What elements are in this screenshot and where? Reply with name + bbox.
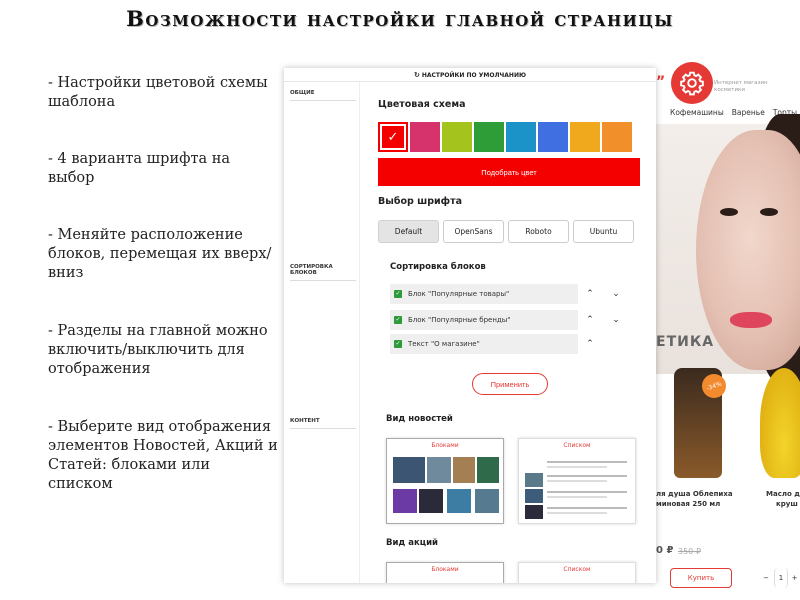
check-icon: ✓ bbox=[387, 129, 399, 145]
move-down-icon[interactable]: ⌄ bbox=[610, 314, 622, 326]
block-label: Блок "Популярные бренды" bbox=[408, 316, 511, 324]
font-option-list: Default OpenSans Roboto Ubuntu bbox=[378, 220, 634, 243]
hero-eye bbox=[760, 208, 778, 216]
store-nav-item[interactable]: Варенье bbox=[732, 108, 765, 117]
font-choice-title: Выбор шрифта bbox=[378, 196, 462, 207]
color-swatch[interactable] bbox=[474, 122, 504, 152]
product-old-price: 350 ₽ bbox=[678, 547, 701, 556]
news-thumb bbox=[475, 489, 499, 513]
promo-view-blocks-label: Блоками bbox=[431, 566, 459, 573]
store-logo: ” bbox=[656, 74, 666, 90]
settings-panel: ↻ НАСТРОЙКИ ПО УМОЛЧАНИЮ ОБЩИЕ СОРТИРОВКА… bbox=[284, 68, 656, 583]
promo-view-list-option[interactable]: Списком bbox=[518, 562, 636, 583]
news-view-title: Вид новостей bbox=[386, 414, 453, 424]
color-scheme-title: Цветовая схема bbox=[378, 99, 466, 110]
store-preview: ” Интернет магазин косметики Кофемашины … bbox=[656, 68, 800, 600]
pick-color-button[interactable]: Подобрать цвет bbox=[378, 158, 640, 186]
feature-item: - Настройки цветовой схемы шаблона bbox=[48, 75, 268, 110]
store-nav-item[interactable]: Кофемашины bbox=[670, 108, 724, 117]
list-row bbox=[525, 473, 629, 487]
list-row bbox=[525, 459, 629, 473]
block-row[interactable]: ✓ Текст "О магазине" bbox=[390, 334, 578, 354]
store-tagline: Интернет магазин косметики bbox=[714, 80, 768, 93]
hero-eye bbox=[720, 208, 738, 216]
font-option-default[interactable]: Default bbox=[378, 220, 439, 243]
promo-view-blocks-option[interactable]: Блоками bbox=[386, 562, 504, 583]
move-up-icon[interactable]: ⌃ bbox=[584, 288, 596, 300]
settings-gear-button[interactable] bbox=[671, 62, 713, 104]
block-label: Текст "О магазине" bbox=[408, 340, 480, 348]
qty-value[interactable]: 1 bbox=[774, 568, 788, 588]
reset-defaults-button[interactable]: ↻ НАСТРОЙКИ ПО УМОЛЧАНИЮ bbox=[284, 68, 656, 82]
news-thumb bbox=[453, 457, 475, 483]
list-row bbox=[525, 505, 629, 519]
sidebar-item-general[interactable]: ОБЩИЕ bbox=[290, 90, 356, 101]
reset-icon: ↻ bbox=[413, 71, 420, 79]
font-option-opensans[interactable]: OpenSans bbox=[443, 220, 504, 243]
product-image bbox=[760, 368, 800, 478]
news-thumb bbox=[427, 457, 451, 483]
color-swatch[interactable] bbox=[442, 122, 472, 152]
list-row bbox=[525, 489, 629, 503]
color-swatch[interactable] bbox=[410, 122, 440, 152]
block-row[interactable]: ✓ Блок "Популярные бренды" bbox=[390, 310, 578, 330]
promo-view-title: Вид акций bbox=[386, 538, 438, 548]
promo-view-list-label: Списком bbox=[563, 566, 591, 573]
checkbox-checked-icon[interactable]: ✓ bbox=[394, 340, 402, 348]
news-view-blocks-label: Блоками bbox=[431, 442, 459, 449]
gear-icon bbox=[680, 71, 704, 96]
block-sort-title: Сортировка блоков bbox=[390, 262, 486, 272]
qty-minus-button[interactable]: − bbox=[760, 568, 772, 588]
color-swatch[interactable] bbox=[506, 122, 536, 152]
apply-button[interactable]: Применить bbox=[472, 373, 548, 395]
color-swatch[interactable] bbox=[570, 122, 600, 152]
color-swatch[interactable] bbox=[602, 122, 632, 152]
checkbox-checked-icon[interactable]: ✓ bbox=[394, 316, 402, 324]
news-thumb bbox=[393, 489, 417, 513]
feature-item: - 4 варианта шрифта на выбор bbox=[48, 151, 231, 186]
color-swatch[interactable]: ✓ bbox=[378, 122, 408, 152]
sidebar-item-content[interactable]: КОНТЕНТ bbox=[290, 418, 356, 429]
news-view-list-label: Списком bbox=[563, 442, 591, 449]
product-sub: круш bbox=[776, 500, 798, 508]
feature-item: - Разделы на главной можно включить/выкл… bbox=[48, 323, 268, 377]
font-option-ubuntu[interactable]: Ubuntu bbox=[573, 220, 634, 243]
move-up-icon[interactable]: ⌃ bbox=[584, 314, 596, 326]
slide-title: Возможности настройки главной страницы bbox=[126, 6, 674, 31]
move-up-icon[interactable]: ⌃ bbox=[584, 338, 596, 350]
checkbox-checked-icon[interactable]: ✓ bbox=[394, 290, 402, 298]
product-name[interactable]: Масло д bbox=[766, 490, 800, 499]
settings-sidebar: ОБЩИЕ СОРТИРОВКА БЛОКОВ КОНТЕНТ bbox=[284, 82, 360, 583]
feature-item: - Меняйте расположение блоков, перемещая… bbox=[48, 227, 272, 281]
news-thumb bbox=[447, 489, 471, 513]
color-swatch-list: ✓ bbox=[378, 122, 632, 152]
hero-lips bbox=[730, 312, 772, 328]
buy-button[interactable]: Купить bbox=[670, 568, 732, 588]
product-price: 0 ₽ bbox=[656, 545, 674, 556]
feature-item: - Выберите вид отображения элементов Нов… bbox=[48, 419, 278, 492]
news-view-blocks-option[interactable]: Блоками bbox=[386, 438, 504, 524]
news-thumb bbox=[477, 457, 499, 483]
product-sub: миновая 250 мл bbox=[656, 500, 721, 508]
sidebar-item-block-sort[interactable]: СОРТИРОВКА БЛОКОВ bbox=[290, 264, 356, 281]
reset-defaults-label: НАСТРОЙКИ ПО УМОЛЧАНИЮ bbox=[421, 72, 527, 79]
block-row[interactable]: ✓ Блок "Популярные товары" bbox=[390, 284, 578, 304]
qty-plus-button[interactable]: + bbox=[789, 568, 800, 588]
block-label: Блок "Популярные товары" bbox=[408, 290, 510, 298]
news-view-list-option[interactable]: Списком bbox=[518, 438, 636, 524]
move-down-icon[interactable]: ⌄ bbox=[610, 288, 622, 300]
news-thumb bbox=[419, 489, 443, 513]
news-thumb bbox=[393, 457, 425, 483]
store-section-heading: ЕТИКА bbox=[656, 334, 715, 350]
font-option-roboto[interactable]: Roboto bbox=[508, 220, 569, 243]
product-name[interactable]: ля душа Облепиха bbox=[656, 490, 736, 499]
color-swatch[interactable] bbox=[538, 122, 568, 152]
